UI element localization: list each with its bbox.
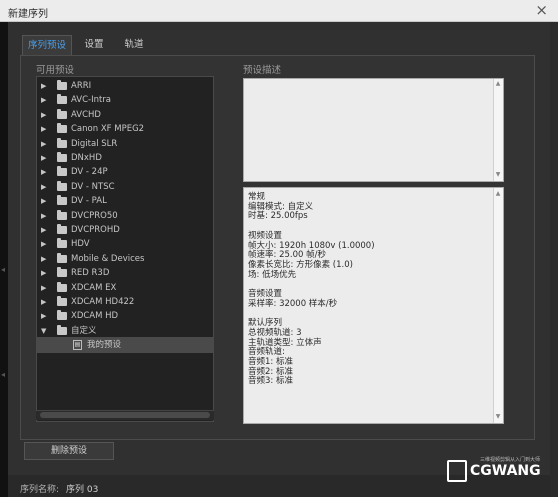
folder-icon	[57, 108, 67, 119]
tab-settings[interactable]: 设置	[78, 35, 110, 55]
gutter-marker-icon: ◂	[1, 370, 6, 379]
folder-icon	[57, 252, 67, 263]
close-icon[interactable]: ×	[535, 2, 548, 18]
window-title: 新建序列	[8, 9, 48, 20]
description-line: 视频设置	[248, 230, 283, 241]
sequence-name-label: 序列名称:	[20, 485, 60, 495]
folder-icon	[57, 94, 67, 105]
gutter-marker-icon: ◂	[1, 265, 6, 274]
tab-tracks[interactable]: 轨道	[116, 35, 152, 55]
folder-icon	[57, 310, 67, 321]
description-line: 音频设置	[248, 289, 283, 299]
available-presets-heading: 可用预设	[36, 65, 75, 76]
preset-item-label: 我的预设	[87, 340, 122, 351]
scroll-down-icon[interactable]: ▼	[493, 171, 503, 178]
description-scrollbar[interactable]	[493, 188, 503, 423]
description-line: 帧大小: 1920h 1080v (1.0000)	[248, 240, 375, 251]
scroll-up-icon[interactable]: ▲	[493, 190, 503, 197]
watermark-brand: CGWANG	[470, 463, 541, 479]
description-line: 音频3: 标准	[248, 376, 293, 387]
folder-icon	[57, 80, 67, 90]
description-line: 音频1: 标准	[248, 356, 293, 367]
folder-icon	[57, 123, 67, 134]
watermark-tagline: 三维视频剪辑从入门到大师	[480, 457, 541, 463]
description-line: 帧速率: 25.00 帧/秒	[248, 250, 326, 261]
folder-icon	[57, 180, 67, 191]
title-bar	[0, 0, 558, 22]
preset-item-selected[interactable]: ▤ 我的预设	[37, 337, 213, 354]
left-gutter	[0, 22, 8, 497]
delete-preset-button[interactable]: 删除预设	[24, 442, 114, 460]
horizontal-scroll-thumb[interactable]	[40, 412, 210, 418]
folder-icon	[57, 238, 67, 249]
preset-description-top-box	[243, 78, 504, 182]
folder-icon	[57, 195, 67, 206]
folder-icon	[57, 296, 67, 306]
description-line: 默认序列	[248, 318, 283, 329]
folder-icon	[57, 281, 67, 292]
folder-icon	[57, 152, 67, 162]
description-line: 常规	[248, 192, 266, 202]
description-line: 时基: 25.00fps	[248, 211, 308, 222]
folder-icon	[57, 324, 67, 335]
description-line: 总视频轨道: 3	[248, 327, 302, 338]
description-line: 场: 低场优先	[248, 269, 297, 280]
scroll-up-icon[interactable]: ▲	[493, 80, 503, 87]
sequence-preset-icon: ▤	[73, 340, 82, 351]
tab-sequence-presets[interactable]: 序列预设	[22, 35, 72, 55]
folder-icon	[57, 224, 67, 234]
watermark-logo-icon	[447, 460, 467, 482]
folder-icon	[57, 209, 67, 220]
sequence-name-input[interactable]: 序列 03	[66, 482, 98, 495]
description-top-scrollbar[interactable]	[493, 79, 503, 181]
folder-icon	[57, 267, 67, 278]
folder-icon	[57, 166, 67, 177]
description-line: 像素长宽比: 方形像素 (1.0)	[248, 259, 353, 270]
description-line: 主轨道类型: 立体声	[248, 337, 322, 348]
description-line: 采样率: 32000 样本/秒	[248, 298, 338, 309]
description-line: 音频轨道:	[248, 347, 285, 358]
preset-description-heading: 预设描述	[243, 65, 282, 76]
folder-icon	[57, 137, 67, 148]
scroll-down-icon[interactable]: ▼	[493, 413, 503, 420]
